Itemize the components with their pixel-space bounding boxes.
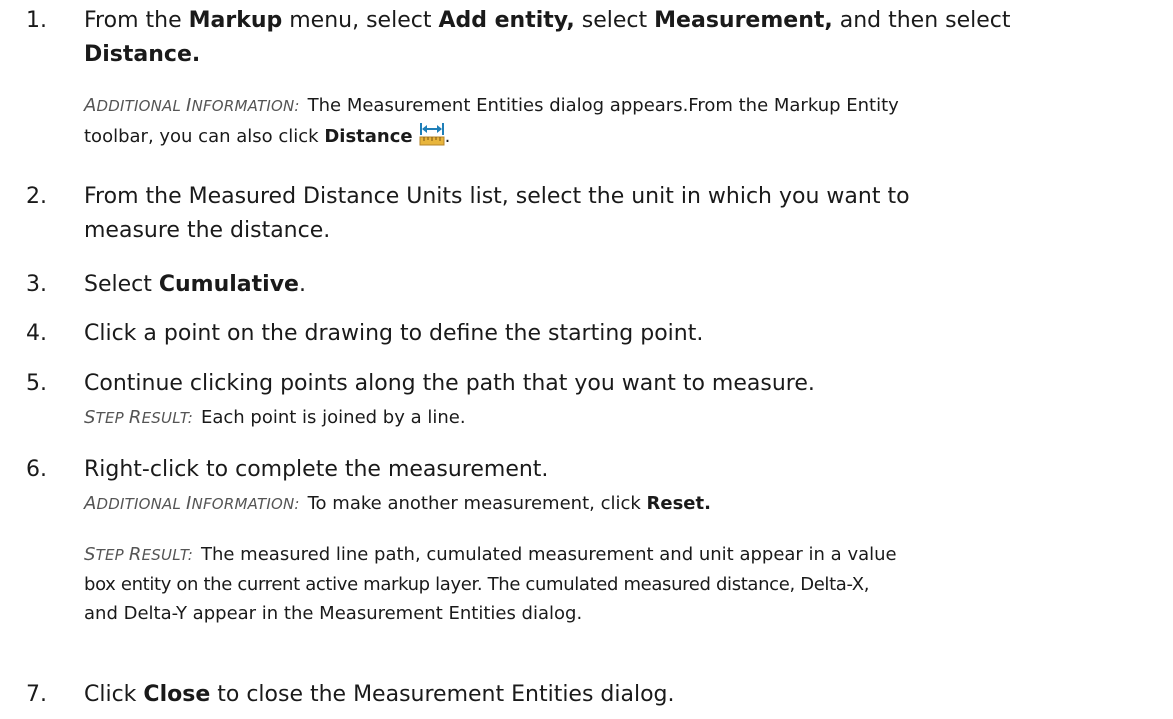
note-text: The measured line path, cumulated measur… — [200, 544, 897, 565]
additional-information: ADDITIONAL INFORMATION: The Measurement E… — [84, 95, 899, 147]
text-run: From the — [84, 8, 189, 33]
button-name: Close — [143, 682, 211, 707]
step-number: 5. — [26, 371, 47, 396]
distance-ruler-icon — [419, 121, 445, 147]
note-text: toolbar, you can also click — [84, 126, 325, 147]
menu-name: Markup — [188, 8, 283, 33]
note-text: To make another measurement, click — [307, 493, 647, 514]
step-number: 2. — [26, 184, 47, 209]
step-result: STEP RESULT: The measured line path, cumu… — [84, 540, 1157, 628]
step-text: Right-click to complete the measurement. — [84, 457, 549, 482]
step-result: STEP RESULT: Each point is joined by a li… — [84, 403, 1157, 433]
step-text: Select Cumulative. — [84, 272, 306, 297]
step-text: Continue clicking points along the path … — [84, 371, 815, 396]
note-text: Each point is joined by a line. — [200, 407, 466, 428]
text-run: and then select — [832, 8, 1011, 33]
step-number: 4. — [26, 321, 47, 346]
step-text: Click a point on the drawing to define t… — [84, 321, 704, 346]
step-text: Click Close to close the Measurement Ent… — [84, 682, 675, 707]
note-label: STEP RESULT: — [84, 407, 193, 428]
step-number: 7. — [26, 682, 47, 707]
note-text: box entity on the current active markup … — [84, 574, 870, 595]
note-label: ADDITIONAL INFORMATION: — [84, 95, 300, 116]
option-name: Cumulative — [158, 272, 299, 297]
additional-information: ADDITIONAL INFORMATION: To make another m… — [84, 489, 1157, 519]
text-run: select — [574, 8, 655, 33]
note-text: and Delta-Y appear in the Measurement En… — [84, 603, 583, 624]
text-run: menu, select — [282, 8, 439, 33]
step-text: From the Markup menu, select Add entity,… — [84, 4, 1133, 72]
note-label: ADDITIONAL INFORMATION: — [84, 493, 300, 514]
note-label: STEP RESULT: — [84, 544, 193, 565]
menu-item-name: Distance. — [84, 42, 201, 67]
step-number: 3. — [26, 272, 47, 297]
menu-item-name: Measurement, — [654, 8, 833, 33]
note-text: The Measurement Entities dialog appears.… — [307, 95, 899, 116]
step-number: 6. — [26, 457, 47, 482]
button-name: Reset. — [646, 493, 711, 514]
menu-item-name: Add entity, — [438, 8, 575, 33]
step-number: 1. — [26, 8, 47, 33]
button-name: Distance — [324, 126, 413, 147]
step-text: From the Measured Distance Units list, s… — [84, 184, 910, 243]
